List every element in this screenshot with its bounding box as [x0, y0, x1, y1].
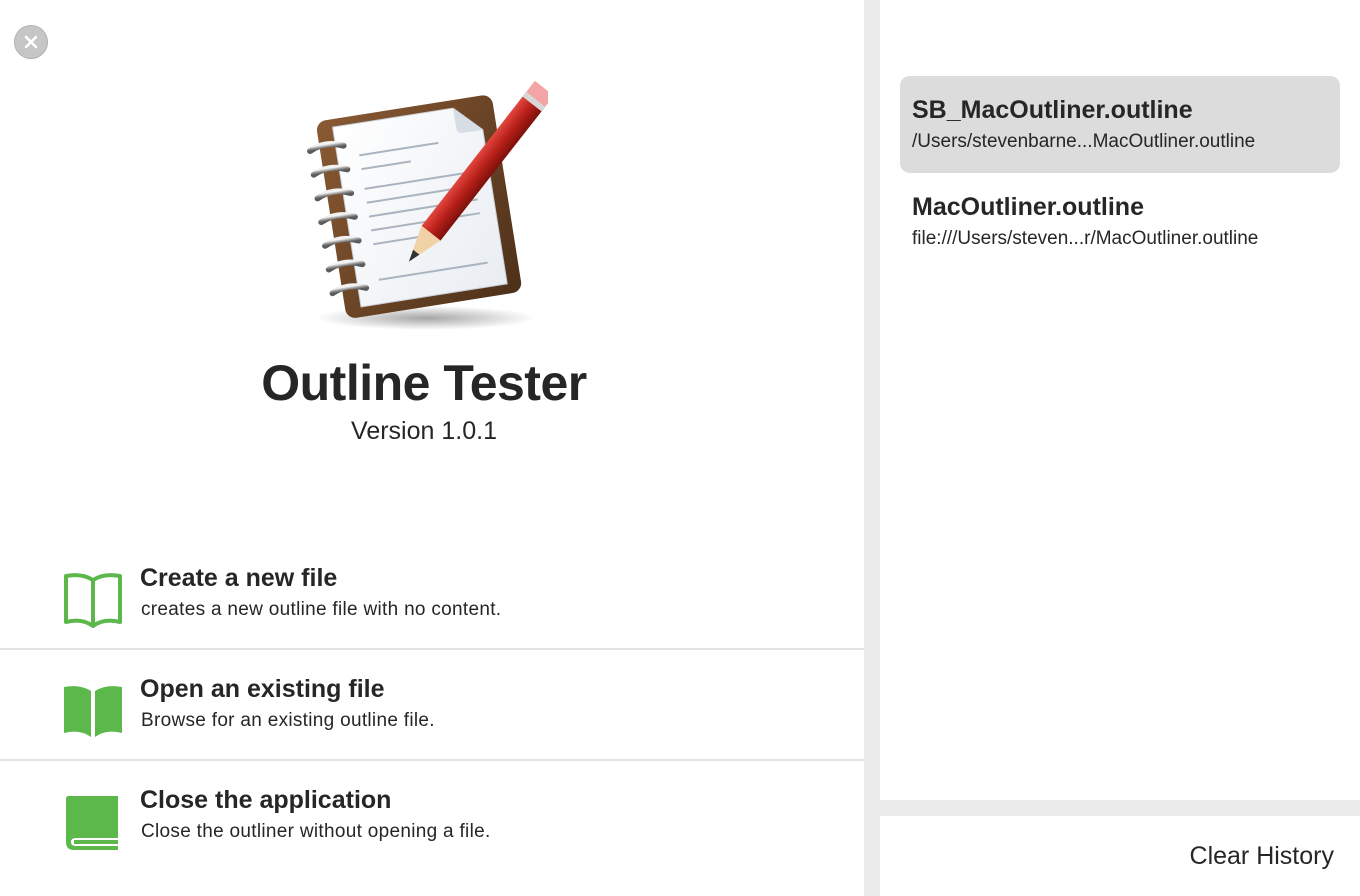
recent-file-path: file:///Users/steven...r/MacOutliner.out…: [912, 228, 1259, 249]
app-version: Version 1.0.1: [351, 417, 497, 445]
recent-footer: Clear History: [880, 816, 1360, 896]
open-book-filled-icon: [64, 686, 122, 737]
action-title: Close the application: [140, 786, 392, 814]
notebook-with-pencil-icon: [307, 80, 548, 330]
welcome-window: Outline Tester Version 1.0.1 Create a ne…: [0, 0, 1360, 896]
close-button[interactable]: [14, 25, 48, 59]
app-title: Outline Tester: [261, 355, 587, 411]
recent-file-path: /Users/stevenbarne...MacOutliner.outline: [912, 131, 1256, 152]
close-application-button[interactable]: Close the application Close the outliner…: [0, 786, 864, 896]
divider: [0, 759, 864, 761]
close-icon: [24, 35, 38, 49]
recent-file-item[interactable]: SB_MacOutliner.outline /Users/stevenbarn…: [900, 76, 1340, 173]
recent-file-item[interactable]: MacOutliner.outline file:///Users/steven…: [900, 173, 1340, 270]
recent-file-name: MacOutliner.outline: [912, 193, 1144, 221]
action-description: Close the outliner without opening a fil…: [141, 821, 491, 842]
action-description: Browse for an existing outline file.: [141, 710, 435, 731]
closed-book-icon: [66, 796, 118, 850]
action-title: Open an existing file: [140, 675, 385, 703]
action-description: creates a new outline file with no conte…: [141, 599, 502, 620]
action-title: Create a new file: [140, 564, 338, 592]
divider: [0, 648, 864, 650]
recent-file-name: SB_MacOutliner.outline: [912, 96, 1193, 124]
clear-history-button[interactable]: Clear History: [1190, 842, 1334, 871]
footer-separator: [880, 800, 1360, 816]
welcome-pane: Outline Tester Version 1.0.1 Create a ne…: [0, 0, 864, 896]
pane-separator: [864, 0, 880, 896]
recent-files-list: SB_MacOutliner.outline /Users/stevenbarn…: [880, 0, 1360, 800]
open-book-outline-icon: [64, 573, 122, 628]
open-existing-file-button[interactable]: Open an existing file Browse for an exis…: [0, 675, 864, 785]
create-new-file-button[interactable]: Create a new file creates a new outline …: [0, 564, 864, 674]
